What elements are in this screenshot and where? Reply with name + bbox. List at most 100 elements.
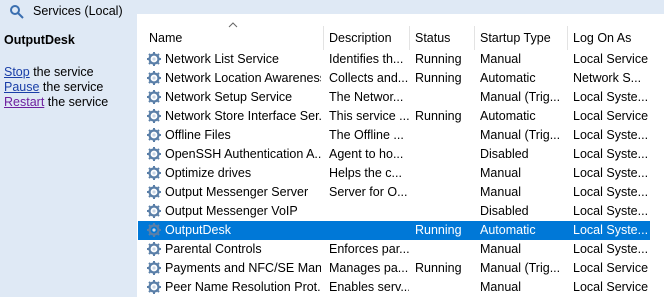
column-header-name[interactable]: Name: [149, 31, 182, 45]
service-name: Output Messenger VoIP: [165, 204, 298, 218]
service-startup-type: Disabled: [480, 147, 529, 161]
service-startup-type: Manual (Trig...: [480, 90, 561, 104]
service-row[interactable]: Output Messenger Server Server for O... Ma…: [138, 183, 650, 202]
service-description: Enforces par...: [329, 242, 409, 256]
service-log-on-as: Local Syste...: [573, 242, 649, 256]
service-startup-type: Manual: [480, 242, 521, 256]
service-gear-icon: [147, 128, 161, 142]
services-gear-icon: [10, 5, 24, 19]
service-startup-type: Manual: [480, 166, 521, 180]
service-startup-type: Manual (Trig...: [480, 128, 561, 142]
service-log-on-as: Local Syste...: [573, 223, 649, 237]
service-description: Collects and...: [329, 71, 409, 85]
service-row[interactable]: Parental Controls Enforces par... Manual Lo…: [138, 240, 650, 259]
service-status: Running: [415, 223, 462, 237]
service-startup-type: Disabled: [480, 204, 529, 218]
service-log-on-as: Local Syste...: [573, 147, 649, 161]
service-gear-icon: [147, 204, 161, 218]
column-divider[interactable]: [409, 26, 410, 50]
service-row[interactable]: Network Store Interface Ser... This servi…: [138, 107, 650, 126]
service-gear-icon: [147, 223, 161, 237]
pause-action: Pause the service: [4, 80, 103, 94]
service-description: Manages pa...: [329, 261, 409, 275]
service-startup-type: Automatic: [480, 109, 536, 123]
service-name: Optimize drives: [165, 166, 252, 180]
pause-action-text: the service: [39, 80, 104, 94]
service-log-on-as: Network S...: [573, 71, 642, 85]
service-startup-type: Manual: [480, 52, 521, 66]
service-name: Parental Controls: [165, 242, 262, 256]
service-log-on-as: Local Service: [573, 52, 649, 66]
service-log-on-as: Local Service: [573, 109, 649, 123]
service-gear-icon: [147, 71, 161, 85]
service-description: The Networ...: [329, 90, 404, 104]
service-description: Enables serv...: [329, 280, 409, 294]
column-divider[interactable]: [323, 26, 324, 50]
service-row[interactable]: Optimize drives Helps the c... Manual Local…: [138, 164, 650, 183]
service-status: Running: [415, 261, 462, 275]
service-row[interactable]: OutputDesk Running Automatic Local Syste...: [138, 221, 650, 240]
selected-service-name: OutputDesk: [4, 33, 75, 47]
service-gear-icon: [147, 261, 161, 275]
service-startup-type: Automatic: [480, 71, 536, 85]
service-log-on-as: Local Syste...: [573, 185, 649, 199]
service-status: Running: [415, 109, 462, 123]
service-name: Offline Files: [165, 128, 231, 142]
service-gear-icon: [147, 147, 161, 161]
service-description: Agent to ho...: [329, 147, 404, 161]
service-log-on-as: Local Syste...: [573, 90, 649, 104]
service-row[interactable]: Offline Files The Offline ... Manual (Trig…: [138, 126, 650, 145]
service-description: The Offline ...: [329, 128, 404, 142]
service-name: Network Store Interface Ser...: [165, 109, 321, 123]
column-header-log-on-as[interactable]: Log On As: [573, 31, 631, 45]
service-row[interactable]: OpenSSH Authentication A... Agent to ho..…: [138, 145, 650, 164]
service-row[interactable]: Network List Service Identifies th... Runn…: [138, 50, 650, 69]
restart-action-text: the service: [44, 95, 109, 109]
service-row[interactable]: Output Messenger VoIP Disabled Local Syste…: [138, 202, 650, 221]
restart-link[interactable]: Restart: [4, 95, 44, 109]
service-gear-icon: [147, 185, 161, 199]
service-gear-icon: [147, 242, 161, 256]
service-description: Helps the c...: [329, 166, 402, 180]
service-gear-icon: [147, 109, 161, 123]
column-header-description[interactable]: Description: [329, 31, 392, 45]
service-name: Network List Service: [165, 52, 279, 66]
column-header-startup-type[interactable]: Startup Type: [480, 31, 551, 45]
service-name: Payments and NFC/SE Man...: [165, 261, 321, 275]
extended-detail-pane: OutputDesk Stop the service Pause the se…: [0, 24, 137, 297]
service-log-on-as: Local Service: [573, 261, 649, 275]
service-name: OutputDesk: [165, 223, 232, 237]
service-startup-type: Manual: [480, 185, 521, 199]
column-divider[interactable]: [474, 26, 475, 50]
sort-ascending-icon: [228, 22, 238, 28]
column-divider[interactable]: [567, 26, 568, 50]
service-gear-icon: [147, 280, 161, 294]
service-status: Running: [415, 71, 462, 85]
service-startup-type: Automatic: [480, 223, 536, 237]
service-gear-icon: [147, 52, 161, 66]
service-status: Running: [415, 52, 462, 66]
service-name: Output Messenger Server: [165, 185, 309, 199]
service-startup-type: Manual: [480, 280, 521, 294]
service-name: Network Location Awareness: [165, 71, 321, 85]
service-name: OpenSSH Authentication A...: [165, 147, 321, 161]
service-name: Network Setup Service: [165, 90, 293, 104]
service-name: Peer Name Resolution Prot...: [165, 280, 321, 294]
pause-link[interactable]: Pause: [4, 80, 39, 94]
console-title: Services (Local): [33, 4, 123, 18]
service-log-on-as: Local Syste...: [573, 204, 649, 218]
restart-action: Restart the service: [4, 95, 108, 109]
service-row[interactable]: Payments and NFC/SE Man... Manages pa... R…: [138, 259, 650, 278]
stop-action: Stop the service: [4, 65, 94, 79]
service-startup-type: Manual (Trig...: [480, 261, 561, 275]
service-description: This service ...: [329, 109, 409, 123]
service-row[interactable]: Peer Name Resolution Prot... Enables serv…: [138, 278, 650, 297]
column-header-status[interactable]: Status: [415, 31, 450, 45]
service-log-on-as: Local Service: [573, 280, 649, 294]
service-row[interactable]: Network Location Awareness Collects and..…: [138, 69, 650, 88]
stop-link[interactable]: Stop: [4, 65, 30, 79]
service-gear-icon: [147, 166, 161, 180]
service-description: Server for O...: [329, 185, 408, 199]
service-description: Identifies th...: [329, 52, 404, 66]
service-row[interactable]: Network Setup Service The Networ... Manual…: [138, 88, 650, 107]
